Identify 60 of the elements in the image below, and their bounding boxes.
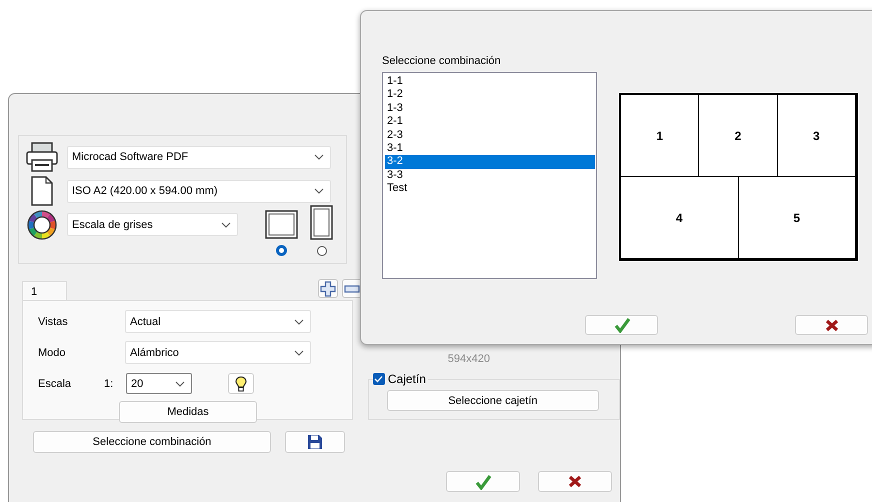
remove-button[interactable] <box>342 279 362 298</box>
minus-icon <box>344 284 360 292</box>
page-size-label: 594x420 <box>446 353 491 367</box>
preview-cell: 2 <box>698 95 777 176</box>
lightbulb-icon <box>235 376 247 392</box>
list-item[interactable]: 3-2 <box>385 155 595 169</box>
view-dropdown[interactable]: Alámbrico <box>125 341 311 364</box>
checkmark-icon <box>612 317 630 333</box>
preview-cell: 5 <box>738 177 855 258</box>
cross-icon <box>566 474 583 489</box>
measures-button[interactable]: Medidas <box>119 401 257 423</box>
view-dropdown[interactable]: Actual <box>125 310 311 333</box>
chevron-down-icon <box>294 318 304 324</box>
checkbox-label: Cajetín <box>388 372 426 386</box>
add-button[interactable] <box>318 279 338 298</box>
landscape-page-icon <box>265 210 298 239</box>
radio-button[interactable] <box>316 246 326 256</box>
preview-cell: 3 <box>776 95 855 176</box>
cancel-button[interactable] <box>795 315 868 335</box>
paper-size-dropdown[interactable]: ISO A2 (420.00 x 594.00 mm) <box>67 180 331 202</box>
color-mode-dropdown[interactable]: Escala de grises <box>67 213 238 236</box>
tab[interactable]: 1 <box>22 281 67 300</box>
list-label: Seleccione combinación <box>382 55 502 69</box>
chevron-down-icon <box>294 350 304 356</box>
chevron-down-icon <box>175 380 185 386</box>
cancel-button[interactable] <box>538 471 612 492</box>
list-item[interactable]: 1-1 <box>385 75 595 88</box>
save-button[interactable] <box>285 431 345 453</box>
ok-button[interactable] <box>446 471 520 492</box>
chevron-down-icon <box>221 222 231 228</box>
portrait-page-icon <box>310 205 333 240</box>
lightbulb-button[interactable] <box>228 373 254 394</box>
list-item[interactable]: 2-3 <box>385 128 595 142</box>
field-label: Vistas <box>38 316 69 328</box>
radio-button[interactable] <box>276 245 287 256</box>
field-label: Modo <box>38 346 67 358</box>
list-item[interactable]: 3-3 <box>385 168 595 182</box>
printer-dropdown[interactable]: Microcad Software PDF <box>67 146 331 168</box>
plus-icon <box>320 280 336 296</box>
list-item[interactable]: Test <box>385 182 595 196</box>
printer-icon <box>25 142 59 172</box>
checkmark-icon <box>474 474 492 490</box>
select-title-block-button[interactable]: Seleccione cajetín <box>386 390 599 411</box>
select-combination-button[interactable]: Seleccione combinación <box>33 431 271 453</box>
list-item[interactable]: 2-1 <box>385 115 595 129</box>
cross-icon <box>824 318 840 332</box>
color-wheel-icon <box>25 210 59 240</box>
list-item[interactable]: 1-3 <box>385 102 595 116</box>
checkmark-icon <box>374 375 384 383</box>
ok-button[interactable] <box>585 315 658 335</box>
field-label: Escala <box>38 378 72 390</box>
list-item[interactable]: 3-1 <box>385 142 595 156</box>
list-item[interactable]: 1-2 <box>385 88 595 102</box>
preview-cell-text: 4 <box>674 210 684 226</box>
chevron-down-icon <box>314 154 324 160</box>
scale-prefix: 1: <box>104 378 114 390</box>
checkbox[interactable] <box>372 373 385 385</box>
preview-cell-text: 1 <box>655 128 664 144</box>
scale-combo[interactable]: 20 <box>126 373 192 394</box>
chevron-down-icon <box>314 188 324 194</box>
